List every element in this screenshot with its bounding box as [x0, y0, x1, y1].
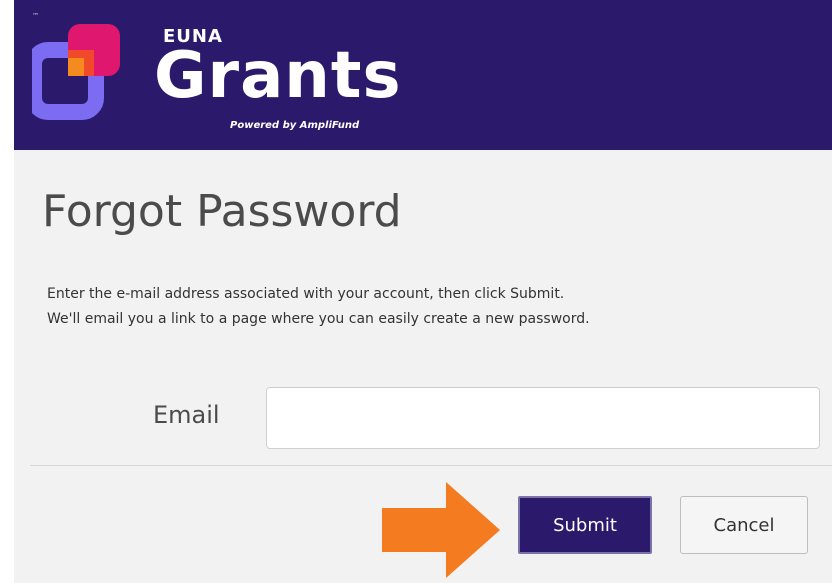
euna-logo-icon [32, 24, 120, 120]
trademark-mark: ™ [32, 12, 39, 20]
email-field[interactable] [266, 387, 820, 449]
page-title: Forgot Password [42, 186, 402, 237]
instructions-text: Enter the e-mail address associated with… [47, 282, 807, 332]
brand-large-text: Grants [154, 39, 402, 113]
submit-button[interactable]: Submit [518, 496, 652, 554]
header-banner: ™ EUNA Grants Powered by AmpliFund [14, 0, 832, 150]
email-label: Email [153, 401, 220, 429]
tagline-text: Powered by AmpliFund [230, 120, 360, 131]
form-divider [30, 465, 832, 466]
left-edge-strip [0, 0, 14, 583]
instruction-line: Enter the e-mail address associated with… [47, 286, 565, 302]
instruction-line: We'll email you a link to a page where y… [47, 311, 590, 327]
arrow-right-icon [382, 482, 500, 578]
cancel-button[interactable]: Cancel [680, 496, 808, 554]
